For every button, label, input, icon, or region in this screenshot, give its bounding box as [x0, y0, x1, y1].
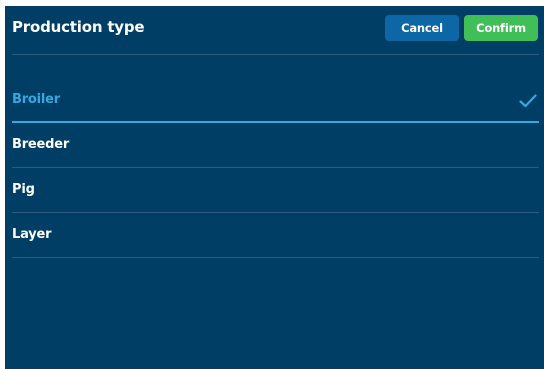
- option-label: Layer: [12, 227, 52, 242]
- option-layer[interactable]: Layer: [12, 214, 539, 258]
- option-broiler[interactable]: Broiler: [12, 79, 539, 123]
- dialog-title: Production type: [12, 18, 145, 36]
- option-breeder[interactable]: Breeder: [12, 124, 539, 168]
- header-divider: [12, 54, 539, 55]
- option-label: Broiler: [12, 92, 60, 107]
- checkmark-icon: [519, 94, 537, 108]
- option-divider: [12, 212, 539, 213]
- cancel-button[interactable]: Cancel: [385, 15, 459, 41]
- production-type-dialog: Production type Cancel Confirm Broiler B…: [5, 6, 544, 369]
- option-divider: [12, 167, 539, 168]
- dialog-header: Production type Cancel Confirm: [5, 6, 544, 54]
- option-pig[interactable]: Pig: [12, 169, 539, 213]
- option-divider: [12, 257, 539, 258]
- option-label: Pig: [12, 182, 35, 197]
- option-label: Breeder: [12, 137, 70, 152]
- confirm-button[interactable]: Confirm: [464, 15, 538, 41]
- option-divider: [12, 121, 539, 123]
